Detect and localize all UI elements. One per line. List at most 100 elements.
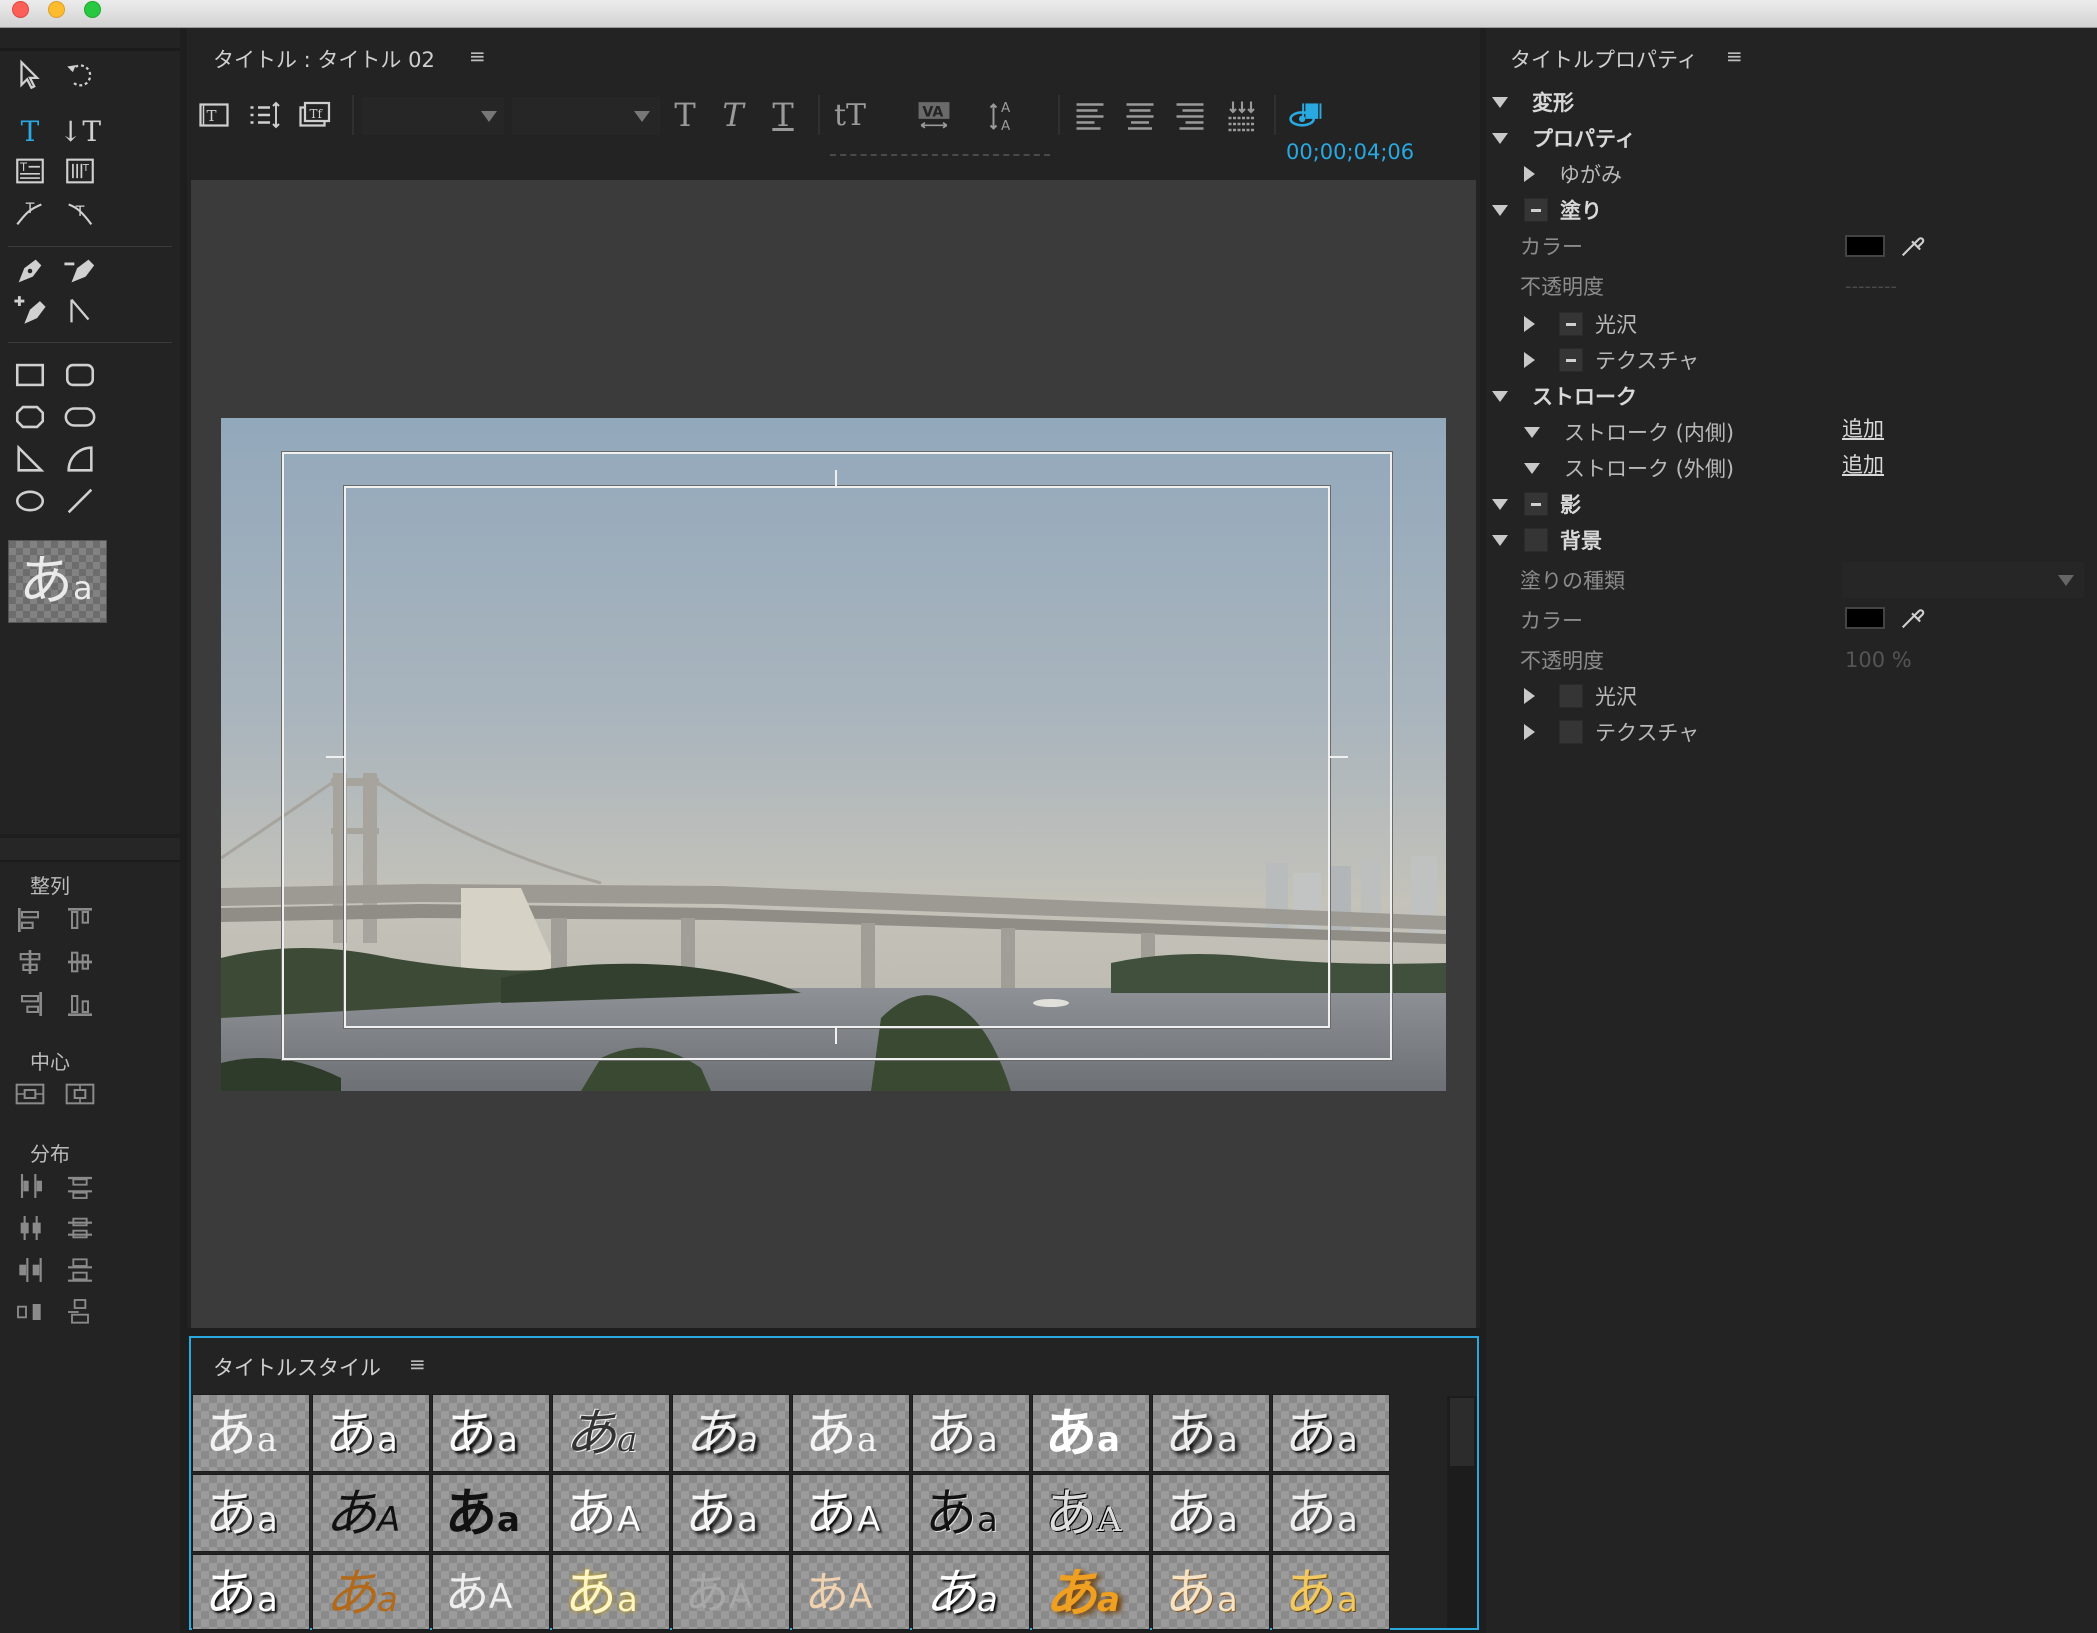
pen-tool-icon[interactable] [10, 252, 50, 290]
center-horizontal-icon[interactable] [10, 1076, 50, 1112]
distribute-bottom-icon[interactable] [60, 1252, 100, 1288]
style-swatch[interactable]: あa [672, 1394, 790, 1472]
convert-anchor-tool-icon[interactable] [60, 292, 100, 330]
align-top-icon[interactable] [60, 902, 100, 938]
bg-sheen-checkbox[interactable] [1559, 684, 1583, 708]
distribute-vertical-even-icon[interactable] [60, 1294, 100, 1330]
style-swatch[interactable]: あa [1152, 1394, 1270, 1472]
font-style-dropdown[interactable] [512, 97, 660, 135]
distribute-horizontal-center-icon[interactable] [10, 1210, 50, 1246]
bg-color-swatch[interactable] [1845, 607, 1885, 629]
arc-tool-icon[interactable] [60, 440, 100, 478]
clipped-corner-rectangle-tool-icon[interactable] [10, 398, 50, 436]
add-anchor-tool-icon[interactable] [10, 292, 50, 330]
fill-sheen-section[interactable]: 光沢 [1524, 308, 1637, 340]
eyedropper-icon[interactable] [1898, 604, 1926, 632]
timecode-display[interactable]: 00;00;04;06 [1286, 140, 1414, 164]
bg-texture-section[interactable]: テクスチャ [1524, 716, 1699, 748]
style-swatch[interactable]: あa [1032, 1554, 1150, 1630]
fill-opacity-value[interactable]: -------- [1845, 270, 1897, 302]
close-window-button[interactable] [12, 1, 29, 18]
style-swatch[interactable]: あa [912, 1474, 1030, 1552]
rounded-corner-rectangle-tool-icon[interactable] [60, 398, 100, 436]
style-swatch[interactable]: あA [792, 1554, 910, 1630]
properties-section[interactable]: プロパティ [1492, 122, 1636, 154]
fill-texture-checkbox[interactable] [1559, 348, 1583, 372]
center-vertical-icon[interactable] [60, 1076, 100, 1112]
distribute-top-icon[interactable] [60, 1168, 100, 1204]
add-inner-stroke-link[interactable]: 追加 [1842, 413, 1884, 443]
align-horizontal-center-icon[interactable] [10, 944, 50, 980]
underline-text-icon[interactable]: T [766, 95, 800, 135]
align-text-right-icon[interactable] [1170, 95, 1210, 135]
shadow-checkbox[interactable] [1524, 492, 1548, 516]
style-swatch[interactable]: あA [552, 1474, 670, 1552]
style-swatch[interactable]: あa [432, 1474, 550, 1552]
fill-section[interactable]: 塗り [1492, 194, 1602, 226]
align-left-icon[interactable] [10, 902, 50, 938]
style-swatch[interactable]: あa [912, 1554, 1030, 1630]
transform-section[interactable]: 変形 [1492, 86, 1574, 118]
stroke-outer-section[interactable]: ストローク (外側) [1524, 452, 1734, 484]
wedge-tool-icon[interactable] [10, 440, 50, 478]
style-swatch[interactable]: あa [672, 1474, 790, 1552]
style-swatch[interactable]: あa [192, 1554, 310, 1630]
selection-tool-icon[interactable] [10, 56, 50, 94]
line-tool-icon[interactable] [60, 482, 100, 520]
properties-panel-menu-icon[interactable]: ≡ [1726, 44, 1743, 68]
style-swatch[interactable]: あa [1272, 1474, 1390, 1552]
templates-icon[interactable]: Tf [296, 95, 332, 135]
align-text-left-icon[interactable] [1070, 95, 1110, 135]
add-outer-stroke-link[interactable]: 追加 [1842, 449, 1884, 479]
styles-scrollbar[interactable] [1447, 1396, 1477, 1628]
distribute-vertical-center-icon[interactable] [60, 1210, 100, 1246]
font-size-icon[interactable]: tT [828, 95, 872, 135]
area-type-tool-icon[interactable]: T [10, 152, 50, 190]
style-swatch[interactable]: あA [1032, 1474, 1150, 1552]
fill-checkbox[interactable] [1524, 198, 1548, 222]
distort-section[interactable]: ゆがみ [1524, 158, 1622, 190]
distribute-horizontal-even-icon[interactable] [10, 1294, 50, 1330]
style-swatch[interactable]: あa [192, 1394, 310, 1472]
bg-texture-checkbox[interactable] [1559, 720, 1583, 744]
style-swatch[interactable]: あa [552, 1394, 670, 1472]
fill-texture-section[interactable]: テクスチャ [1524, 344, 1699, 376]
minimize-window-button[interactable] [48, 1, 65, 18]
background-checkbox[interactable] [1524, 528, 1548, 552]
roll-crawl-options-icon[interactable]: T [196, 95, 232, 135]
bold-text-icon[interactable]: T [668, 95, 702, 135]
bg-sheen-section[interactable]: 光沢 [1524, 680, 1637, 712]
bg-fill-type-dropdown[interactable] [1842, 562, 2084, 598]
align-text-center-icon[interactable] [1120, 95, 1160, 135]
title-panel-menu-icon[interactable]: ≡ [469, 44, 486, 68]
ellipse-tool-icon[interactable] [10, 482, 50, 520]
distribute-right-icon[interactable] [10, 1252, 50, 1288]
vertical-area-type-tool-icon[interactable]: T [60, 152, 100, 190]
style-swatch[interactable]: あa [912, 1394, 1030, 1472]
shadow-section[interactable]: 影 [1492, 488, 1581, 520]
tab-justify-icon[interactable] [1222, 95, 1262, 135]
style-swatch[interactable]: あa [432, 1394, 550, 1472]
align-bottom-icon[interactable] [60, 986, 100, 1022]
style-swatch[interactable]: あa [552, 1554, 670, 1630]
italic-text-icon[interactable]: T [716, 95, 750, 135]
style-swatch[interactable]: あA [312, 1474, 430, 1552]
vertical-path-type-tool-icon[interactable]: T [60, 194, 100, 232]
tab-stops-icon[interactable] [246, 95, 282, 135]
style-swatch[interactable]: あa [1032, 1394, 1150, 1472]
style-swatch[interactable]: あa [192, 1474, 310, 1552]
style-swatch[interactable]: あa [1152, 1474, 1270, 1552]
style-swatch[interactable]: あa [312, 1394, 430, 1472]
vertical-type-tool-icon[interactable]: ↓T [59, 112, 101, 150]
rotate-tool-icon[interactable] [60, 56, 100, 94]
rectangle-tool-icon[interactable] [10, 356, 50, 394]
eyedropper-icon[interactable] [1898, 232, 1926, 260]
styles-panel-menu-icon[interactable]: ≡ [409, 1352, 426, 1376]
style-swatch[interactable]: あA [672, 1554, 790, 1630]
kerning-icon[interactable]: VA [912, 95, 956, 135]
align-right-icon[interactable] [10, 986, 50, 1022]
rounded-rectangle-tool-icon[interactable] [60, 356, 100, 394]
style-swatch[interactable]: あa [792, 1394, 910, 1472]
scrollbar-thumb[interactable] [1450, 1398, 1474, 1466]
style-swatch[interactable]: あa [312, 1554, 430, 1630]
